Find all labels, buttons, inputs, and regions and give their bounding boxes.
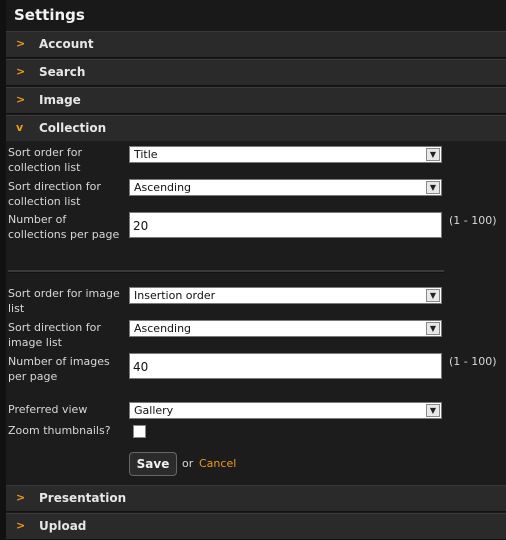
sort-direction-collection-select[interactable]: Ascending ▼ bbox=[129, 179, 442, 196]
images-per-page-label: Number of images per page bbox=[8, 355, 110, 383]
section-search-header[interactable]: > Search bbox=[6, 59, 506, 86]
section-upload-header[interactable]: > Upload bbox=[6, 513, 506, 540]
preferred-view-value: Gallery bbox=[134, 404, 174, 417]
divider bbox=[8, 270, 444, 273]
images-per-page-range: (1 - 100) bbox=[449, 355, 497, 368]
collections-per-page-value: 20 bbox=[133, 219, 149, 233]
dropdown-arrow-icon[interactable]: ▼ bbox=[426, 289, 440, 302]
dropdown-arrow-icon[interactable]: ▼ bbox=[426, 148, 440, 161]
collections-per-page-range: (1 - 100) bbox=[449, 214, 497, 227]
sort-order-image-value: Insertion order bbox=[134, 289, 216, 302]
sort-order-collection-value: Title bbox=[134, 148, 158, 161]
preferred-view-label: Preferred view bbox=[8, 403, 88, 416]
zoom-thumbnails-checkbox[interactable] bbox=[133, 425, 146, 438]
collections-per-page-label: Number of collections per page bbox=[8, 213, 120, 241]
dropdown-arrow-icon[interactable]: ▼ bbox=[426, 404, 440, 417]
collections-per-page-input[interactable]: 20 bbox=[129, 212, 442, 238]
dropdown-arrow-icon[interactable]: ▼ bbox=[426, 181, 440, 194]
images-per-page-value: 40 bbox=[133, 360, 149, 374]
sort-order-image-label: Sort order for image list bbox=[8, 287, 120, 315]
preferred-view-select[interactable]: Gallery ▼ bbox=[129, 402, 442, 419]
save-button[interactable]: Save bbox=[129, 452, 177, 476]
section-presentation-header[interactable]: > Presentation bbox=[6, 485, 506, 512]
sort-order-image-select[interactable]: Insertion order ▼ bbox=[129, 287, 442, 304]
sort-direction-image-label: Sort direction for image list bbox=[8, 321, 101, 349]
section-collection-label: Collection bbox=[39, 121, 107, 135]
section-image-header[interactable]: > Image bbox=[6, 87, 506, 114]
cancel-link[interactable]: Cancel bbox=[199, 457, 236, 470]
sort-direction-collection-label: Sort direction for collection list bbox=[8, 180, 101, 208]
page-title: Settings bbox=[14, 6, 85, 24]
chevron-right-icon: > bbox=[16, 491, 26, 504]
dropdown-arrow-icon[interactable]: ▼ bbox=[426, 322, 440, 335]
section-account-header[interactable]: > Account bbox=[6, 31, 506, 58]
section-presentation-label: Presentation bbox=[39, 491, 127, 505]
sort-order-collection-label: Sort order for collection list bbox=[8, 146, 82, 174]
sort-order-collection-select[interactable]: Title ▼ bbox=[129, 146, 442, 163]
section-search-label: Search bbox=[39, 65, 86, 79]
chevron-right-icon: > bbox=[16, 37, 26, 50]
chevron-right-icon: > bbox=[16, 65, 26, 78]
sort-direction-collection-value: Ascending bbox=[134, 181, 192, 194]
section-collection-header[interactable]: v Collection bbox=[6, 115, 506, 142]
section-upload-label: Upload bbox=[39, 519, 87, 533]
or-text: or bbox=[182, 457, 194, 470]
chevron-right-icon: > bbox=[16, 519, 26, 532]
sort-direction-image-select[interactable]: Ascending ▼ bbox=[129, 320, 442, 337]
images-per-page-input[interactable]: 40 bbox=[129, 353, 442, 379]
sort-direction-image-value: Ascending bbox=[134, 322, 192, 335]
chevron-right-icon: > bbox=[16, 93, 26, 106]
section-account-label: Account bbox=[39, 37, 94, 51]
chevron-down-icon: v bbox=[16, 121, 24, 134]
zoom-thumbnails-label: Zoom thumbnails? bbox=[8, 424, 111, 437]
section-image-label: Image bbox=[39, 93, 81, 107]
